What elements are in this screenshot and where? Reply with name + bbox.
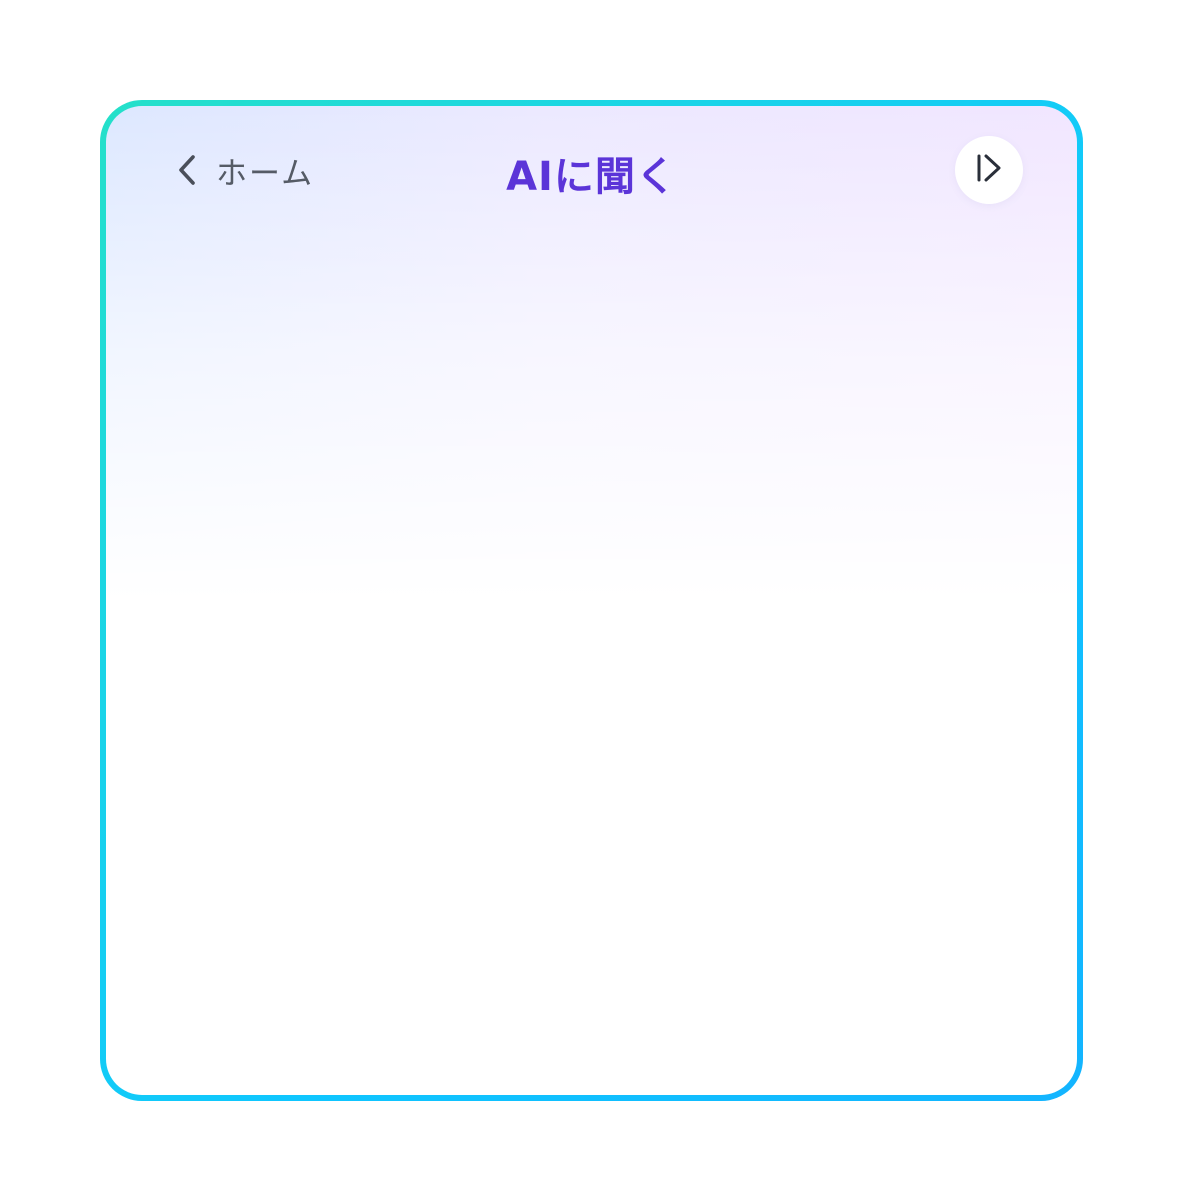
chat-content-area [106, 236, 1077, 1095]
collapse-panel-button[interactable] [955, 136, 1023, 204]
page-title: AIに聞く [506, 154, 677, 200]
ai-chat-window: ホーム AIに聞く [100, 100, 1083, 1101]
chat-panel: ホーム AIに聞く [106, 106, 1077, 1095]
header-bar: ホーム AIに聞く [106, 106, 1077, 236]
panel-collapse-icon [974, 152, 1004, 188]
